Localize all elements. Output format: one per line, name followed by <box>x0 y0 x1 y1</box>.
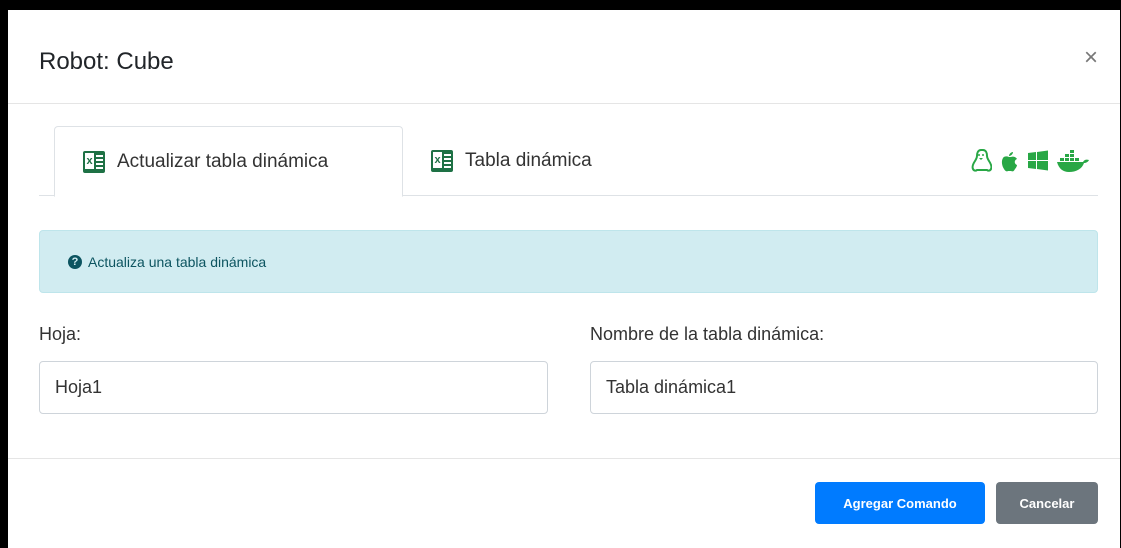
pivot-name-form-group: Nombre de la tabla dinámica: <box>590 324 1098 414</box>
pivot-name-input[interactable] <box>590 361 1098 414</box>
tab-label: Tabla dinámica <box>465 150 592 171</box>
modal-title: Robot: Cube <box>39 48 174 75</box>
linux-icon <box>971 149 992 172</box>
modal-header: Robot: Cube × <box>8 10 1120 104</box>
alert-text: Actualiza una tabla dinámica <box>88 253 267 270</box>
modal-dialog: Robot: Cube × Actualizar tabla dinámica … <box>8 10 1120 548</box>
excel-icon <box>83 150 105 173</box>
sheet-label: Hoja: <box>39 324 82 344</box>
close-button[interactable]: × <box>1084 46 1098 70</box>
apple-icon <box>1001 152 1017 172</box>
windows-icon <box>1028 150 1048 171</box>
pivot-name-label: Nombre de la tabla dinámica: <box>590 324 825 344</box>
os-compatibility-icons <box>970 148 1090 174</box>
tab-actualizar-tabla-dinamica[interactable]: Actualizar tabla dinámica <box>54 126 403 197</box>
question-circle-icon: ? <box>68 254 82 269</box>
tab-label: Actualizar tabla dinámica <box>117 150 329 172</box>
docker-icon <box>1057 150 1089 172</box>
sheet-form-group: Hoja: <box>39 324 548 414</box>
add-command-button[interactable]: Agregar Comando <box>815 482 985 524</box>
modal-footer: Agregar Comando Cancelar <box>8 458 1120 548</box>
info-alert: ? Actualiza una tabla dinámica <box>39 230 1098 293</box>
tab-bar: Actualizar tabla dinámica Tabla dinámica <box>39 126 1098 197</box>
excel-icon <box>431 150 453 172</box>
sheet-input[interactable] <box>39 361 548 414</box>
cancel-button[interactable]: Cancelar <box>996 482 1098 524</box>
tab-tabla-dinamica[interactable]: Tabla dinámica <box>431 126 592 196</box>
